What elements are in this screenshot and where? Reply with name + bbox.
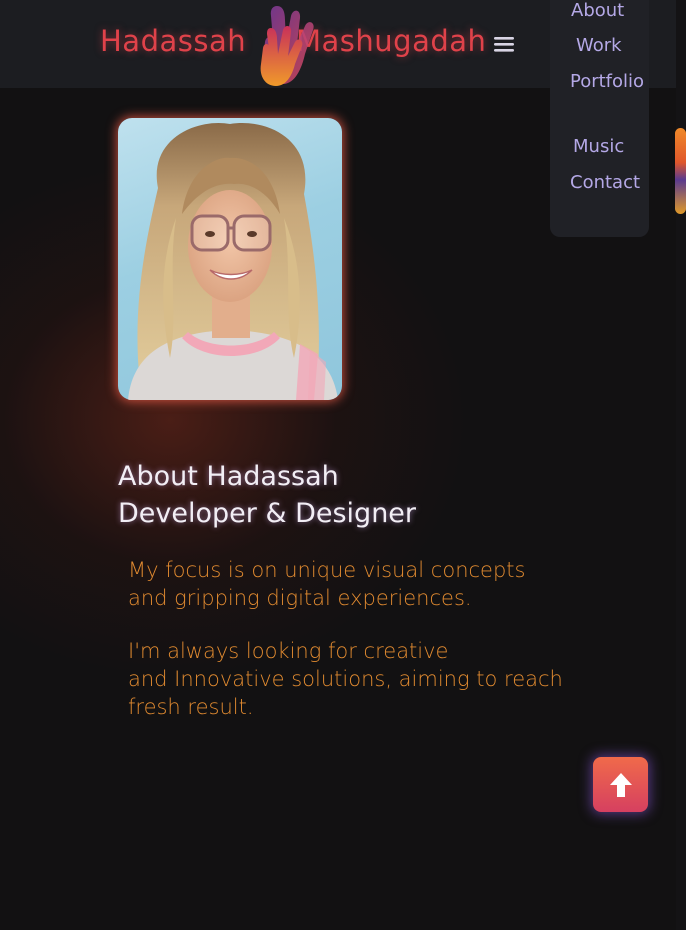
about-title-line1: About Hadassah [118,461,339,492]
scrollbar-thumb[interactable] [675,128,686,214]
nav-item-about[interactable]: About [571,0,624,21]
about-title-line2: Developer & Designer [118,498,417,529]
nav-item-music[interactable]: Music [573,136,624,157]
brand-first-name[interactable]: Hadassah [100,24,246,58]
paragraph-2-line-1: I'm always looking for creative [128,639,449,663]
paragraph-1-line-2: and gripping digital experiences. [128,586,472,610]
paragraph-1-line-1: My focus is on unique visual concepts [128,558,526,582]
arrow-up-icon [609,772,632,797]
nav-item-contact[interactable]: Contact [570,172,640,193]
nav-item-work[interactable]: Work [576,35,622,56]
about-paragraph-1: My focus is on unique visual concepts an… [128,556,525,612]
profile-photo [118,118,342,400]
nav-dropdown: About Work Portfolio Music Contact [550,0,649,237]
back-to-top-button[interactable] [593,757,648,812]
page: Hadassah Mashugadah About Work Portfolio… [0,0,686,930]
paragraph-2-line-2: and Innovative solutions, aiming to reac… [128,667,563,691]
about-paragraph-2: I'm always looking for creative and Inno… [128,637,563,721]
paragraph-2-line-3: fresh result. [128,695,254,719]
hamburger-menu-icon[interactable] [488,30,520,58]
about-title: About Hadassah Developer & Designer [118,458,416,532]
nav-item-portfolio[interactable]: Portfolio [570,71,644,92]
hand-logo-icon[interactable] [255,2,329,90]
